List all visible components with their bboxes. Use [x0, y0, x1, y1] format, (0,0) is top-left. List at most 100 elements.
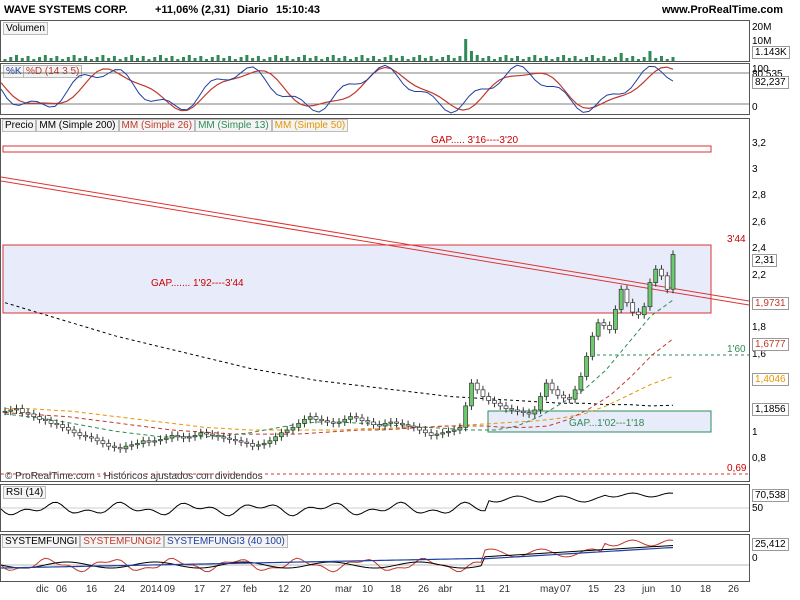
candle-body	[515, 409, 520, 412]
candle-body	[192, 435, 198, 438]
candle-body	[503, 405, 509, 409]
candle-body	[256, 444, 261, 447]
candle-body	[555, 389, 561, 396]
candle-body	[163, 437, 169, 440]
volume-bar	[659, 56, 663, 61]
volume-bar	[124, 57, 128, 61]
rsi-line	[1, 492, 674, 517]
footer-note: © ProRealTime.com - Históricos ajustados…	[5, 471, 263, 481]
gap-top-label: GAP..... 3'16----3'20	[431, 135, 518, 146]
candle-body	[480, 389, 486, 397]
volume-bar	[590, 55, 594, 61]
volume-bar	[446, 55, 450, 61]
candle-body	[129, 444, 135, 447]
volume-bar	[308, 58, 312, 61]
candle-body	[232, 439, 238, 442]
candle-body	[630, 302, 636, 313]
price-axis-28: 2,8	[752, 190, 766, 201]
x-tick-label: 16	[86, 584, 98, 595]
level-160-label: 1'60	[727, 344, 746, 355]
volume-bar	[492, 59, 496, 61]
volume-bar	[38, 57, 42, 61]
volume-bar	[665, 59, 669, 61]
volume-bar	[285, 56, 289, 61]
volume-bar	[354, 57, 358, 61]
time-label: 15:10:43	[276, 4, 321, 16]
volume-bar	[556, 57, 560, 61]
candle-body	[19, 408, 25, 413]
volume-bar	[469, 51, 473, 61]
sf-line-1	[1, 544, 674, 569]
candle-body	[659, 268, 664, 277]
volume-bar	[314, 56, 318, 61]
candle-body	[307, 416, 313, 420]
tag-sma50: 1,4046	[752, 373, 789, 386]
candle-body	[302, 418, 307, 424]
volume-bar	[464, 39, 468, 61]
volume-bar	[567, 58, 571, 61]
systemfungi-panel: SYSTEMFUNGI SYSTEMFUNGI2 SYSTEMFUNGI3 (40 …	[0, 534, 750, 582]
volume-bar	[608, 59, 612, 61]
price-axis-3: 3	[752, 164, 758, 175]
rsi-axis-50: 50	[752, 503, 764, 514]
stochastic-lines	[1, 64, 749, 114]
candle-body	[186, 436, 192, 439]
volume-bar	[147, 59, 151, 61]
gap-mid-label: GAP....... 1'92----3'44	[151, 278, 244, 289]
x-tick-label: jun	[642, 584, 656, 595]
volume-bar	[648, 51, 652, 61]
candle-body	[566, 397, 572, 400]
candle-body	[198, 432, 204, 436]
volume-bar	[302, 55, 306, 61]
candle-body	[359, 417, 365, 422]
volume-bar	[325, 57, 329, 61]
volume-bar	[412, 57, 416, 61]
candle-body	[267, 440, 273, 444]
volume-bar	[613, 57, 617, 61]
brand-link[interactable]: www.ProRealTime.com	[662, 4, 783, 16]
candle-body	[313, 416, 319, 420]
price-axis-1: 1	[752, 427, 758, 438]
volume-bar	[642, 57, 646, 61]
volume-bar	[372, 56, 376, 61]
volume-bar	[377, 59, 381, 61]
candle-body	[169, 435, 175, 439]
volume-bar	[337, 58, 341, 61]
volume-bar	[216, 55, 220, 61]
volume-bar	[55, 56, 59, 61]
candle-body	[526, 412, 532, 415]
candle-body	[561, 394, 566, 399]
x-tick-label: 2014	[140, 584, 163, 595]
volume-bar	[395, 58, 399, 61]
volume-bar	[671, 57, 675, 61]
candle-body	[549, 382, 555, 391]
volume-bar	[170, 56, 174, 61]
tag-last-price: 2,31	[752, 254, 778, 267]
volume-bar	[429, 56, 433, 61]
candle-body	[601, 322, 607, 326]
volume-bar	[72, 55, 76, 61]
candle-body	[135, 443, 140, 446]
candle-body	[31, 413, 37, 417]
candle-body	[584, 355, 589, 377]
candle-body	[325, 420, 330, 423]
volume-bar	[251, 58, 255, 61]
volume-bar	[61, 59, 65, 61]
x-tick-label: 10	[670, 584, 682, 595]
volume-bar	[49, 58, 53, 61]
volume-bar	[360, 55, 364, 61]
candle-body	[215, 435, 221, 438]
period-label: Diario	[237, 4, 269, 16]
price-chart: GAP..... 3'16----3'20 GAP....... 1'92---…	[1, 135, 749, 481]
volume-bar	[550, 59, 554, 61]
candle-body	[158, 439, 163, 442]
x-tick-label: 26	[418, 584, 430, 595]
candle-body	[152, 440, 158, 443]
candle-body	[595, 322, 601, 337]
x-tick-label: 15	[588, 584, 600, 595]
candle-body	[388, 421, 394, 424]
volume-bar	[423, 58, 427, 61]
rsi-line	[1, 492, 749, 517]
volume-bar	[596, 58, 600, 61]
candle-body	[117, 447, 123, 450]
